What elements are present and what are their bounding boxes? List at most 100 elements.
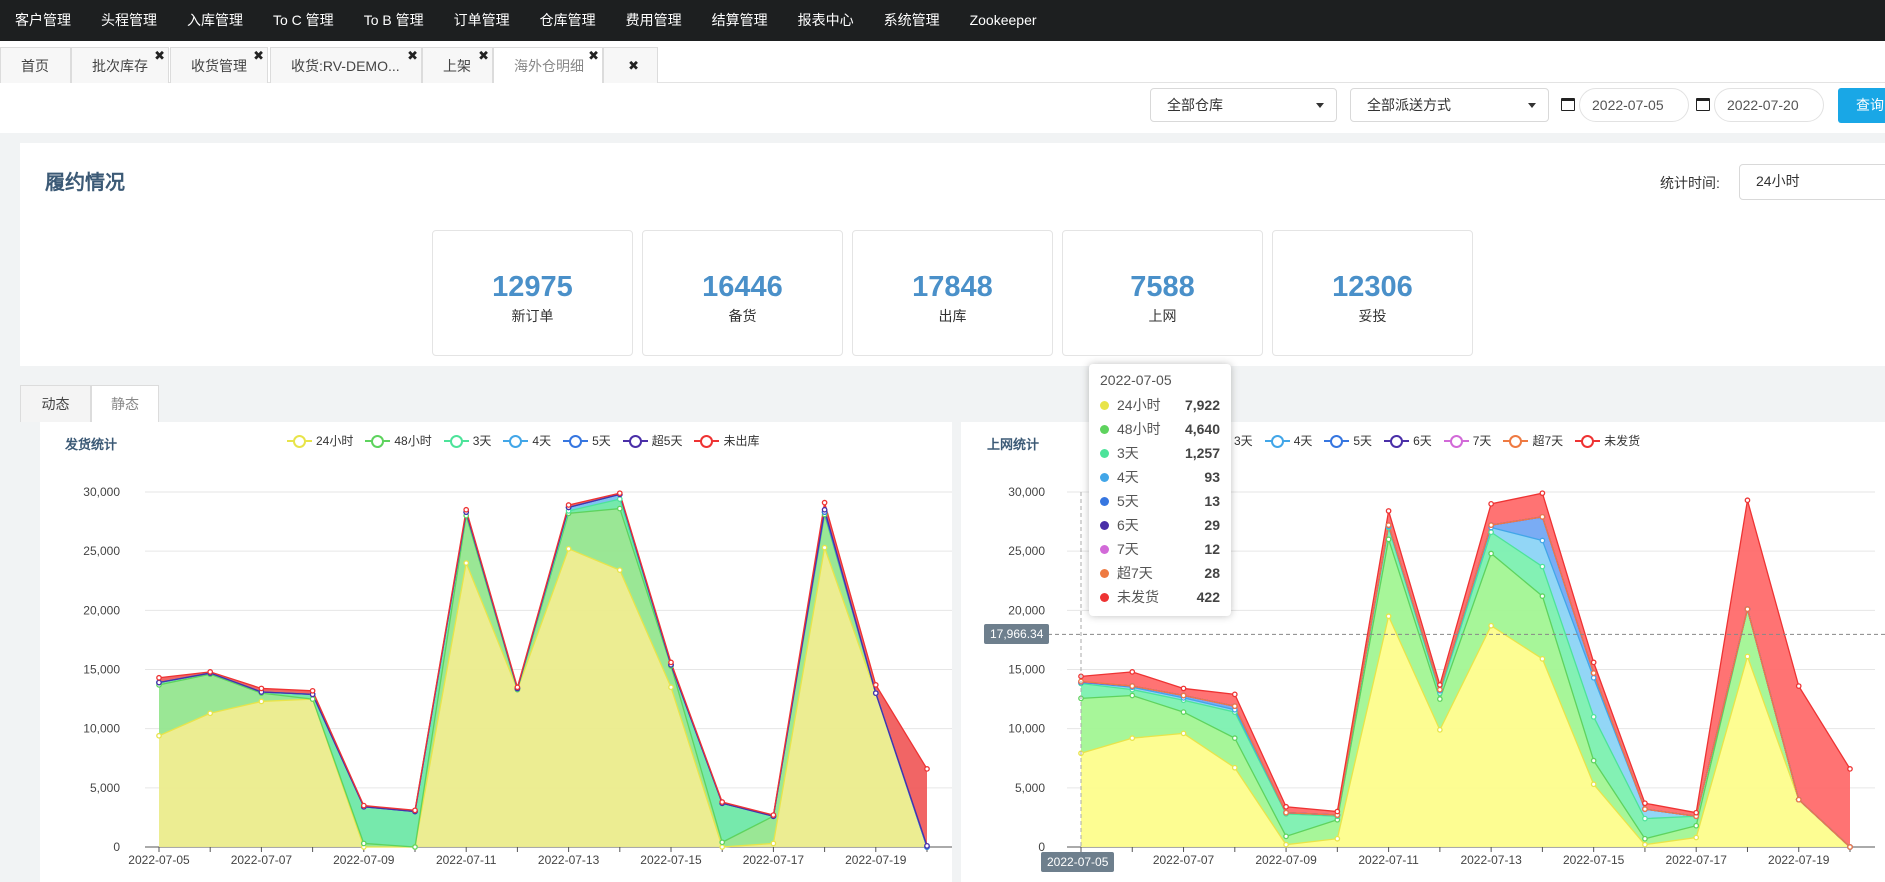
data-point[interactable] xyxy=(207,710,214,717)
data-point[interactable] xyxy=(1283,841,1289,848)
nav-item[interactable]: 客户管理 xyxy=(0,0,86,41)
data-point[interactable] xyxy=(1385,508,1392,514)
data-point[interactable] xyxy=(719,799,726,805)
data-point[interactable] xyxy=(1744,606,1751,612)
nav-item[interactable]: 仓库管理 xyxy=(525,0,611,41)
data-point[interactable] xyxy=(258,685,265,692)
data-point[interactable] xyxy=(719,844,726,850)
legend-item[interactable]: 超7天 xyxy=(1503,432,1563,449)
data-point[interactable] xyxy=(1590,781,1597,788)
data-point[interactable] xyxy=(1180,730,1187,737)
data-point[interactable] xyxy=(1437,726,1443,733)
data-point[interactable] xyxy=(1642,815,1648,822)
data-point[interactable] xyxy=(1180,692,1187,699)
data-point[interactable] xyxy=(156,674,162,681)
data-point[interactable] xyxy=(821,544,828,551)
data-point[interactable] xyxy=(514,684,521,691)
data-point[interactable] xyxy=(1539,514,1546,520)
data-point[interactable] xyxy=(1385,536,1392,543)
nav-item[interactable]: 入库管理 xyxy=(172,0,258,41)
legend-item[interactable]: 3天 xyxy=(443,432,491,449)
data-point[interactable] xyxy=(770,812,777,818)
data-point[interactable] xyxy=(616,505,623,512)
data-point[interactable] xyxy=(1539,656,1546,662)
legend-item[interactable]: 4天 xyxy=(1264,432,1312,449)
data-point[interactable] xyxy=(1693,809,1700,816)
data-point[interactable] xyxy=(1180,709,1187,715)
data-point[interactable] xyxy=(719,839,726,846)
calendar-icon[interactable] xyxy=(1561,98,1575,111)
legend-item[interactable]: 超5天 xyxy=(622,432,682,449)
data-point[interactable] xyxy=(1283,809,1289,816)
data-point[interactable] xyxy=(1642,800,1648,807)
data-point[interactable] xyxy=(463,560,470,566)
data-point[interactable] xyxy=(668,684,674,691)
data-point[interactable] xyxy=(1283,833,1289,840)
close-icon[interactable]: ✖ xyxy=(588,48,599,74)
nav-item[interactable]: 报表中心 xyxy=(783,0,869,41)
data-point[interactable] xyxy=(770,840,777,847)
data-point[interactable] xyxy=(1539,593,1546,599)
data-point[interactable] xyxy=(156,679,162,686)
nav-item[interactable]: 费用管理 xyxy=(611,0,697,41)
data-point[interactable] xyxy=(1180,685,1187,692)
legend-item[interactable]: 未出库 xyxy=(694,432,759,449)
data-point[interactable] xyxy=(1642,806,1648,812)
data-point[interactable] xyxy=(872,690,879,697)
legend-item[interactable]: 24小时 xyxy=(287,432,353,449)
close-icon[interactable]: ✖ xyxy=(154,48,165,74)
data-point[interactable] xyxy=(924,842,930,849)
data-point[interactable] xyxy=(565,545,572,552)
data-point[interactable] xyxy=(1539,563,1546,570)
data-point[interactable] xyxy=(821,499,828,506)
tab-dynamic[interactable]: 动态 xyxy=(20,385,91,422)
data-point[interactable] xyxy=(1539,490,1546,497)
data-point[interactable] xyxy=(872,682,879,688)
data-point[interactable] xyxy=(1795,796,1802,803)
data-point[interactable] xyxy=(360,802,367,809)
close-icon[interactable]: ✖ xyxy=(253,48,264,74)
tab-item[interactable]: 首页 xyxy=(0,47,71,83)
data-point[interactable] xyxy=(1488,550,1494,557)
legend-item[interactable]: 48小时 xyxy=(365,432,432,449)
tab-item[interactable]: 批次库存 ✖ xyxy=(71,47,169,83)
data-point[interactable] xyxy=(1334,808,1341,815)
stat-time-select[interactable]: 24小时 xyxy=(1739,164,1885,200)
warehouse-select[interactable]: 全部仓库 xyxy=(1150,88,1337,122)
data-point[interactable] xyxy=(1488,529,1494,536)
data-point[interactable] xyxy=(1231,764,1238,771)
data-point[interactable] xyxy=(616,567,623,573)
close-icon[interactable]: ✖ xyxy=(478,48,489,74)
data-point[interactable] xyxy=(207,669,214,675)
data-point[interactable] xyxy=(1129,669,1136,675)
nav-item[interactable]: Zookeeper xyxy=(955,0,1052,41)
legend-item[interactable]: 5天 xyxy=(563,432,611,449)
tab-item[interactable]: 收货管理 ✖ xyxy=(170,47,268,83)
data-point[interactable] xyxy=(360,840,367,847)
tab-item[interactable]: 海外仓明细 ✖ xyxy=(493,47,603,83)
date-to-input[interactable]: 2022-07-20 xyxy=(1714,88,1824,122)
calendar-icon[interactable] xyxy=(1696,98,1710,111)
close-icon[interactable]: ✖ xyxy=(407,48,418,74)
data-point[interactable] xyxy=(1437,686,1443,693)
data-point[interactable] xyxy=(1488,522,1494,528)
data-point[interactable] xyxy=(1437,682,1443,688)
nav-item[interactable]: 系统管理 xyxy=(869,0,955,41)
data-point[interactable] xyxy=(1129,683,1136,689)
data-point[interactable] xyxy=(1590,674,1597,681)
tab-item[interactable]: 收货:RV-DEMO... ✖ xyxy=(270,47,422,83)
data-point[interactable] xyxy=(1129,735,1136,741)
data-point[interactable] xyxy=(1488,500,1494,507)
data-point[interactable] xyxy=(1847,844,1853,850)
data-point[interactable] xyxy=(1129,692,1136,699)
nav-item[interactable]: 订单管理 xyxy=(439,0,525,41)
data-point[interactable] xyxy=(1847,766,1853,772)
legend-item[interactable]: 4天 xyxy=(503,432,551,449)
data-point[interactable] xyxy=(668,659,674,666)
date-from-input[interactable]: 2022-07-05 xyxy=(1579,88,1689,122)
data-point[interactable] xyxy=(924,766,930,772)
data-point[interactable] xyxy=(412,844,418,850)
data-point[interactable] xyxy=(156,732,162,739)
data-point[interactable] xyxy=(1283,803,1289,810)
data-point[interactable] xyxy=(1744,497,1751,504)
